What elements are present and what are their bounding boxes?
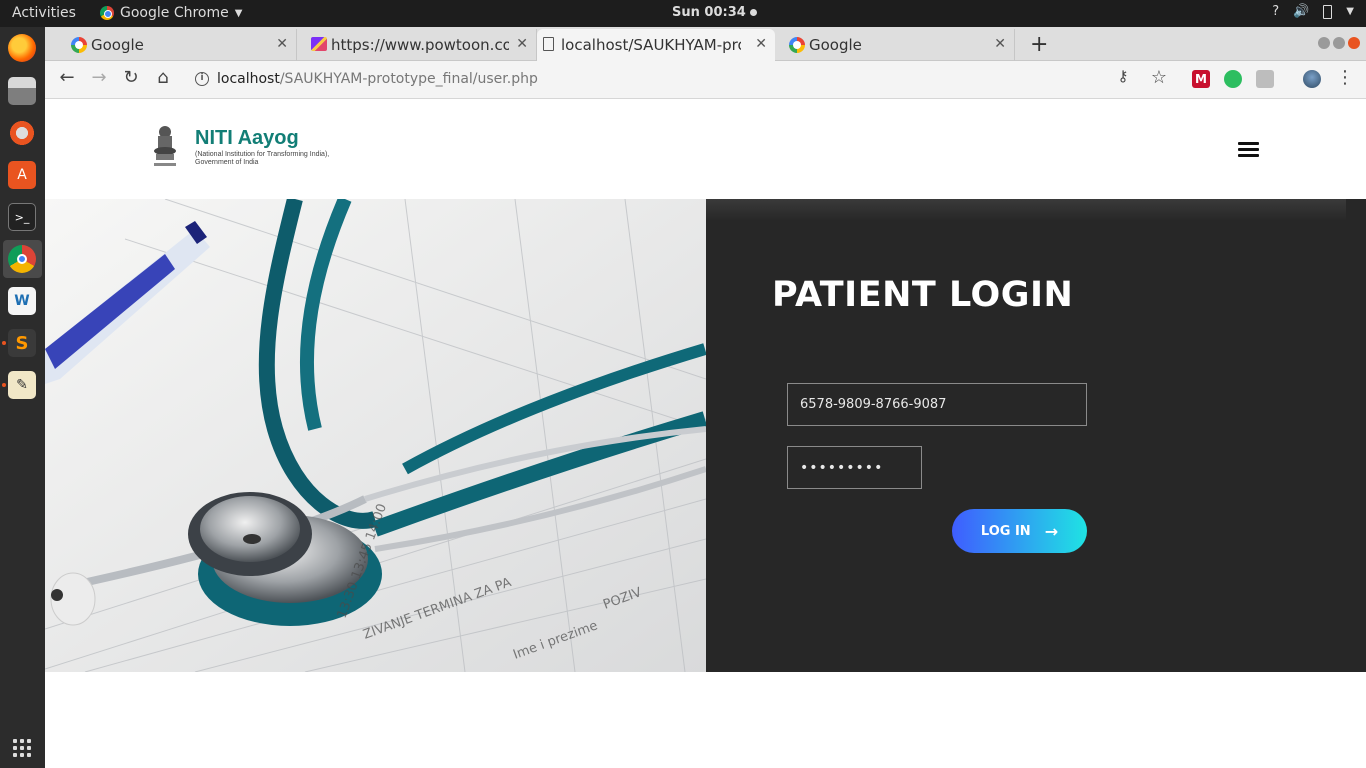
close-icon[interactable]: ✕ xyxy=(516,36,528,52)
tab-localhost[interactable]: localhost/SAUKHYAM-pro ✕ xyxy=(537,29,775,61)
minimize-icon[interactable] xyxy=(1318,37,1330,49)
window-controls xyxy=(1318,37,1360,49)
chrome-icon xyxy=(100,6,114,20)
login-button[interactable]: LOG IN → xyxy=(952,509,1087,553)
patient-id-input[interactable] xyxy=(787,383,1087,426)
maximize-icon[interactable] xyxy=(1333,37,1345,49)
dock: A >_ W S ✎ xyxy=(0,27,45,768)
powtoon-icon xyxy=(311,37,327,51)
new-tab-button[interactable]: + xyxy=(1030,32,1048,57)
login-title: PATIENT LOGIN xyxy=(772,275,1074,315)
forward-button[interactable]: → xyxy=(87,67,111,88)
tab-title: Google xyxy=(91,36,144,54)
stethoscope-image: ZIVANJE TERMINA ZA PA 13:30 13:45 14:00 … xyxy=(45,199,706,672)
system-tray[interactable]: ? 🔊 ▼ xyxy=(1272,4,1354,19)
system-top-bar: Activities Google Chrome ▼ Sun 00:34 ? 🔊… xyxy=(0,0,1366,27)
firefox-icon[interactable] xyxy=(8,34,36,62)
tab-title: Google xyxy=(809,36,862,54)
login-panel: PATIENT LOGIN LOG IN → xyxy=(706,199,1366,672)
key-icon[interactable]: ⚷ xyxy=(1111,67,1135,85)
tab-title: https://www.powtoon.co xyxy=(331,36,509,54)
activities-button[interactable]: Activities xyxy=(12,5,76,21)
terminal-icon[interactable]: >_ xyxy=(8,203,36,231)
home-button[interactable]: ⌂ xyxy=(151,67,175,88)
notification-dot-icon xyxy=(749,9,757,16)
back-button[interactable]: ← xyxy=(55,67,79,88)
close-icon[interactable]: ✕ xyxy=(276,36,288,52)
tab-google-2[interactable]: Google ✕ xyxy=(785,29,1015,61)
mcafee-extension-icon[interactable]: M xyxy=(1192,70,1210,88)
url-host: localhost xyxy=(217,71,280,87)
chrome-icon[interactable] xyxy=(8,245,36,273)
tab-title: localhost/SAUKHYAM-pro xyxy=(561,36,741,54)
arrow-right-icon: → xyxy=(1044,521,1059,541)
tab-google-1[interactable]: Google ✕ xyxy=(67,29,297,61)
tab-strip: Google ✕ https://www.powtoon.co ✕ localh… xyxy=(45,27,1366,61)
text-editor-icon[interactable]: ✎ xyxy=(8,371,36,399)
url-path: /SAUKHYAM-prototype_final/user.php xyxy=(279,71,538,87)
extension-icon[interactable] xyxy=(1256,70,1274,88)
show-applications-icon[interactable] xyxy=(13,739,31,757)
close-icon[interactable]: ✕ xyxy=(994,36,1006,52)
profile-avatar[interactable] xyxy=(1303,70,1321,88)
address-bar[interactable]: i localhost/SAUKHYAM-prototype_final/use… xyxy=(195,71,538,87)
software-center-icon[interactable]: A xyxy=(8,161,36,189)
close-icon[interactable]: ✕ xyxy=(755,36,767,52)
sublime-text-icon[interactable]: S xyxy=(8,329,36,357)
page-icon xyxy=(541,37,554,51)
files-icon[interactable] xyxy=(8,77,36,105)
volume-icon[interactable]: 🔊 xyxy=(1293,4,1309,19)
login-button-label: LOG IN xyxy=(980,523,1031,539)
more-menu-icon[interactable]: ⋮ xyxy=(1333,67,1357,88)
brand-subtitle-line: (National Institution for Transforming I… xyxy=(195,151,330,158)
info-icon[interactable]: i xyxy=(195,72,209,86)
reload-button[interactable]: ↻ xyxy=(119,67,143,88)
web-page: NITI Aayog (National Institution for Tra… xyxy=(45,99,1366,768)
brand-name[interactable]: NITI Aayog xyxy=(195,127,299,150)
battery-icon[interactable] xyxy=(1323,4,1333,19)
bookmark-star-icon[interactable]: ☆ xyxy=(1147,67,1171,88)
running-dot-icon xyxy=(2,383,6,387)
google-icon xyxy=(71,37,87,53)
panel-shadow xyxy=(706,199,1346,221)
chevron-down-icon: ▼ xyxy=(234,7,243,19)
google-icon xyxy=(789,37,805,53)
settings-icon[interactable] xyxy=(8,119,36,147)
help-icon[interactable]: ? xyxy=(1272,4,1279,19)
running-dot-icon xyxy=(2,341,6,345)
brand-subtitle: (National Institution for Transforming I… xyxy=(195,151,365,167)
clock[interactable]: Sun 00:34 xyxy=(672,5,757,20)
app-menu[interactable]: Google Chrome ▼ xyxy=(100,5,242,21)
tab-powtoon[interactable]: https://www.powtoon.co ✕ xyxy=(307,29,537,61)
app-menu-label: Google Chrome xyxy=(120,5,229,21)
password-input[interactable] xyxy=(787,446,922,489)
evernote-extension-icon[interactable] xyxy=(1224,70,1242,88)
close-window-icon[interactable] xyxy=(1348,37,1360,49)
menu-hamburger-icon[interactable] xyxy=(1238,142,1259,157)
national-emblem-logo[interactable] xyxy=(151,124,179,170)
brand-subtitle-line: Government of India xyxy=(195,159,259,166)
site-header: NITI Aayog (National Institution for Tra… xyxy=(45,99,1366,199)
chevron-down-icon[interactable]: ▼ xyxy=(1346,6,1354,17)
toolbar: ← → ↻ ⌂ i localhost/SAUKHYAM-prototype_f… xyxy=(45,61,1366,99)
writer-icon[interactable]: W xyxy=(8,287,36,315)
clock-label: Sun 00:34 xyxy=(672,5,746,20)
